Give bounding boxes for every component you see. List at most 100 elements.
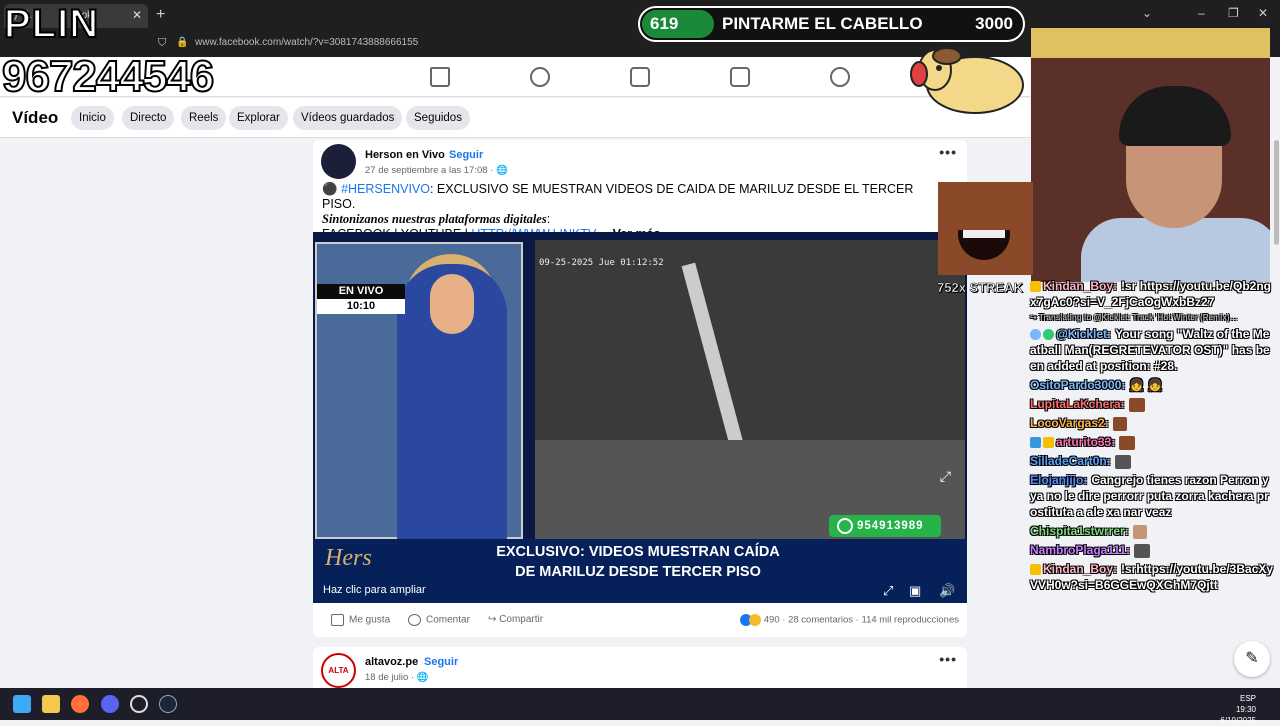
chat-message: SilladeCart0n: [1028,453,1276,469]
phone-number: 967244546 [1,51,215,102]
post-date-text: 18 de julio · [365,672,417,683]
obs-icon[interactable] [130,695,148,713]
windows-start-icon[interactable] [13,695,31,713]
chat-username: LocoVargas2: [1030,416,1109,430]
whatsapp-number: 954913989 [857,520,924,532]
chat-message: OsitoPardo3000: 👧 👧 [1028,377,1276,393]
news-banner: Hers EXCLUSIVO: VIDEOS MUESTRAN CAÍDA DE… [313,539,967,603]
post-author[interactable]: altavoz.pe [365,656,418,668]
like-label: Me gusta [349,614,391,626]
goal-label: PINTARME EL CABELLO [722,14,923,33]
chat-text: ↪ Translating to @Kicklet: Track 'Hot Wi… [1030,313,1238,322]
tab-directo[interactable]: Directo [122,106,175,130]
follow-button[interactable]: Seguir [449,149,483,161]
click-to-expand-hint: Haz clic para ampliar [323,584,426,596]
video-subnav: Vídeo Inicio Directo Reels Explorar Víde… [0,98,1030,138]
comment-label: Comentar [426,614,470,626]
security-camera-feed: 09-25-2025 Jue 01:12:52 ⤢ [535,240,965,540]
groups-icon[interactable] [830,67,850,87]
hashtag-link[interactable]: #HERSENVIVO [341,182,430,196]
bot-icon [1030,329,1041,341]
shield-icon[interactable]: ⛉ [158,33,166,53]
volume-icon[interactable]: 🔊 [939,583,955,599]
verified-icon [1043,329,1054,341]
chat-message: Kindan_Boy: !srhttps://youtu.be/3BacXyVVH… [1028,561,1276,593]
video-icon[interactable] [630,67,650,87]
pip-icon[interactable]: ▣ [909,583,921,599]
post-text-line2-tail: : [546,212,551,226]
clock-time: 19:30 [1235,705,1256,714]
globe-icon: 🌐 [416,672,429,683]
share-button[interactable]: ↪ Compartir [488,614,543,625]
scrollbar[interactable] [1274,140,1279,245]
post-date[interactable]: 18 de julio · 🌐 [365,672,429,683]
marketplace-icon[interactable] [730,67,750,87]
en-vivo-badge: EN VIVO 10:10 [317,284,405,314]
post-actions: Me gusta Comentar ↪ Compartir 490 · 28 c… [313,610,967,632]
emote-icon [1128,397,1145,412]
video-player[interactable]: EN VIVO 10:10 09-25-2025 Jue 01:12:52 ⤢ … [313,232,967,603]
reaction-count[interactable]: 490 [764,615,780,626]
second-post: ALTA altavoz.pe Seguir 18 de julio · 🌐 •… [313,647,967,688]
badge-icon [1030,437,1041,449]
tab-seguidos[interactable]: Seguidos [406,106,470,130]
discord-icon[interactable] [101,695,119,713]
minimize-icon[interactable]: – [1198,6,1205,20]
chat-text: 👧 👧 [1129,378,1163,392]
comment-icon [408,614,421,626]
chat-message: NambroPlaga111: [1028,542,1276,558]
like-button[interactable]: Me gusta [331,614,390,626]
emote-icon [1119,435,1136,450]
live-time: 10:10 [317,299,405,314]
haha-reaction-icon[interactable] [749,614,762,626]
channel-logo: Hers [325,545,372,571]
fullscreen-icon[interactable]: ⤢ [883,583,893,599]
chat-username: SilladeCart0n: [1030,454,1111,468]
video-post: Herson en Vivo Seguir 27 de septiembre a… [313,140,967,637]
goal-bar: 619 PINTARME EL CABELLO 3000 [638,6,1025,42]
camera-timestamp: 09-25-2025 Jue 01:12:52 [539,258,664,268]
chat-message: Chispita1stwrrer: [1028,523,1276,539]
video-title: Vídeo [12,108,59,127]
comment-button[interactable]: Comentar [408,614,470,626]
close-window-icon[interactable]: ✕ [1258,6,1268,20]
system-tray[interactable]: ESP 19:30 6/10/2025 [1220,693,1256,726]
meme-teeth [963,230,1005,238]
comment-count[interactable]: 28 comentarios [788,615,853,626]
dog-sticker-icon [910,47,1024,114]
en-vivo-label: EN VIVO [317,284,405,299]
tab-reels[interactable]: Reels [181,106,227,130]
new-tab-button[interactable]: + [156,6,165,24]
avatar[interactable] [321,144,356,179]
follow-button[interactable]: Seguir [424,656,458,668]
tab-close-icon[interactable]: ✕ [132,8,142,22]
maximize-icon[interactable]: ❐ [1228,6,1239,20]
avatar[interactable]: ALTA [321,653,356,688]
firefox-icon[interactable] [71,695,89,713]
post-text-line2: Sintonizanos nuestras plataformas digita… [322,212,547,226]
presenter-face [430,274,474,334]
post-author[interactable]: Herson en Vivo [365,149,445,161]
post-date-text: 27 de septiembre a las 17:08 · [365,165,496,176]
chat-message: Kindan_Boy: !sr https://youtu.be/Qb2ngx7g… [1028,278,1276,310]
chat-username: @Kicklet: [1056,327,1112,341]
meme-face-image [938,182,1033,275]
more-options-icon[interactable]: ••• [939,144,957,160]
chat-overlay: Kindan_Boy: !sr https://youtu.be/Qb2ngx7g… [1028,278,1276,688]
post-date[interactable]: 27 de septiembre a las 17:08 · 🌐 [365,165,508,176]
expand-icon[interactable]: ⤢ [940,468,951,485]
file-explorer-icon[interactable] [42,695,60,713]
whatsapp-icon [837,518,853,534]
tab-explorar[interactable]: Explorar [229,106,288,130]
chevron-down-icon[interactable]: ⌄ [1142,6,1152,20]
steam-icon[interactable] [159,695,177,713]
home-icon[interactable] [430,67,450,87]
language-indicator[interactable]: ESP [1220,693,1256,704]
lock-icon[interactable]: 🔒 [176,33,188,53]
more-options-icon[interactable]: ••• [939,651,957,667]
share-label: Compartir [499,614,544,625]
chat-username: Elojanjijo: [1030,473,1088,487]
tab-inicio[interactable]: Inicio [71,106,114,130]
tab-videos-guardados[interactable]: Vídeos guardados [293,106,403,130]
friends-icon[interactable] [530,67,550,87]
